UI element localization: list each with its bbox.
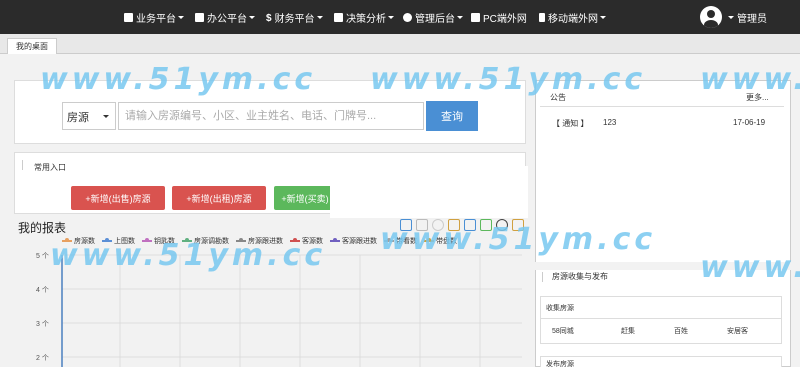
notice-tag: 【 通知 】 — [552, 119, 589, 128]
collect-title: 房源收集与发布 — [552, 272, 608, 281]
divider — [540, 106, 784, 107]
divider — [540, 318, 782, 319]
notice-date: 17-06-19 — [733, 118, 766, 127]
gap — [535, 262, 791, 270]
source-ganji[interactable]: 赶集 — [621, 326, 635, 336]
publish-title: 发布房源 — [546, 361, 574, 367]
collect-subtitle: 收集房源 — [546, 305, 574, 312]
y-tick-label: 5 个 — [36, 253, 49, 260]
notice-title: 公告 — [550, 93, 566, 102]
source-baixing[interactable]: 百姓 — [674, 326, 688, 336]
chart-grid — [61, 254, 522, 367]
notice-text-link[interactable]: 123 — [603, 118, 616, 127]
y-tick-label: 3 个 — [36, 321, 49, 328]
collect-box — [540, 296, 782, 344]
notice-more-link[interactable]: 更多... — [746, 92, 769, 103]
y-tick-label: 4 个 — [36, 287, 49, 294]
source-58[interactable]: 58同城 — [552, 326, 574, 336]
divider — [542, 272, 543, 282]
y-tick-label: 2 个 — [36, 355, 49, 362]
publish-box — [540, 356, 782, 367]
source-anjuke[interactable]: 安居客 — [727, 326, 748, 336]
